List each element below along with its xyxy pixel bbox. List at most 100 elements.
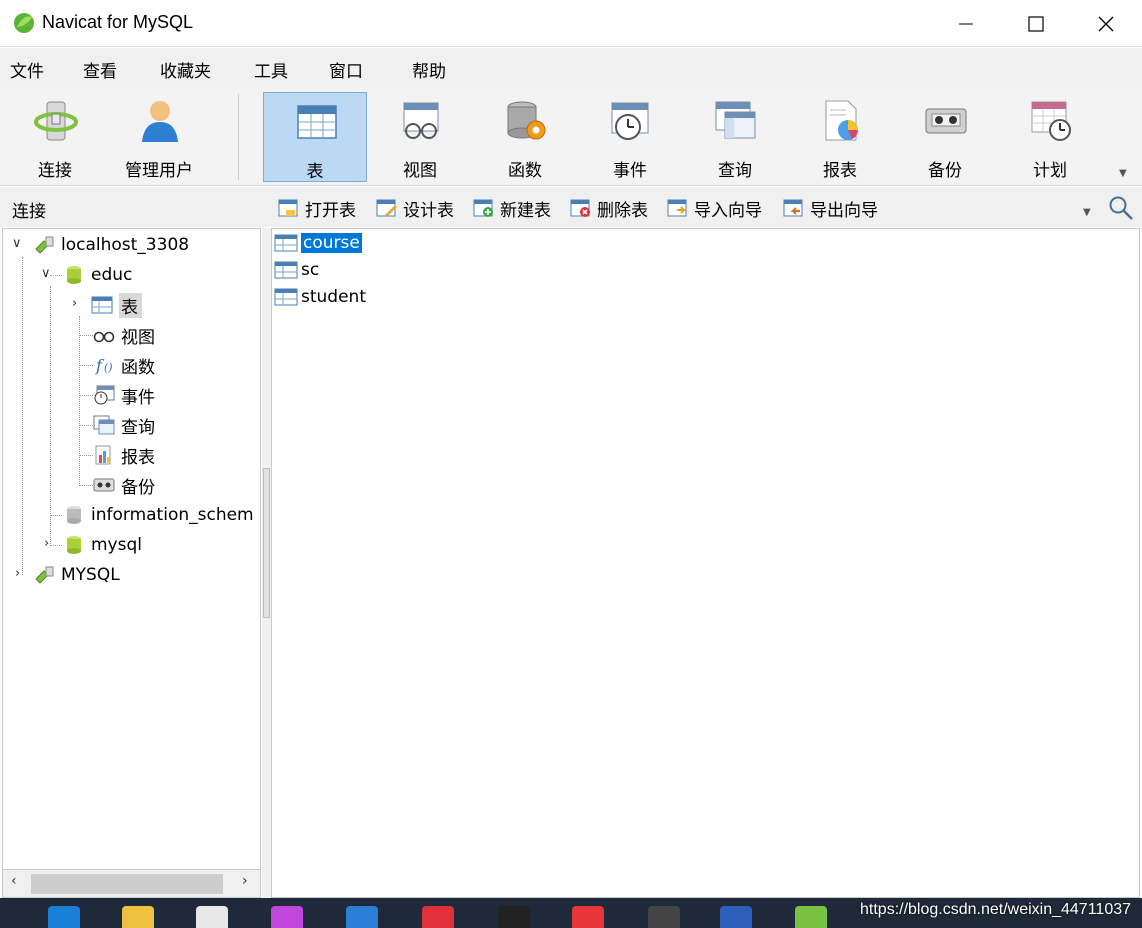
backup-icon [925, 108, 967, 134]
tree-connection-mysql[interactable]: MYSQL [33, 562, 120, 588]
tree-events-node[interactable]: 事件 [93, 382, 155, 408]
splitter-grip[interactable] [263, 468, 270, 618]
database-icon [67, 536, 81, 554]
toolbar-function-button[interactable]: 函数 [473, 92, 577, 182]
edge-browser-icon[interactable] [48, 906, 80, 928]
toolbar-table-button[interactable]: 表 [263, 92, 367, 182]
new-table-button[interactable]: 新建表 [473, 196, 551, 221]
design-table-button[interactable]: 设计表 [376, 196, 454, 221]
toolbar-view-button[interactable]: 视图 [368, 92, 472, 182]
store-icon[interactable] [196, 906, 228, 928]
scrollbar-thumb[interactable] [31, 874, 223, 894]
toolbar-label: 函数 [508, 161, 542, 181]
tree-backups-node[interactable]: 备份 [93, 472, 155, 498]
tree-database-information-schema[interactable]: information_schem [63, 502, 254, 528]
toolbar-label: 视图 [403, 161, 437, 181]
netease-music-icon[interactable] [422, 906, 454, 928]
report-icon [95, 445, 111, 465]
connection-tree: ∨ localhost_3308 ∨ educ › 表 视图 f() 函数 事件… [2, 228, 261, 870]
tree-functions-node[interactable]: f() 函数 [93, 352, 155, 378]
toolbar-label: 查询 [718, 161, 752, 181]
toolbar-label: 管理用户 [125, 161, 193, 181]
toolbar-label: 事件 [613, 161, 647, 181]
minimize-icon [959, 23, 973, 24]
chevron-right-icon[interactable]: › [72, 296, 77, 311]
toolbar-label: 表 [306, 162, 324, 182]
table-item-course[interactable]: course [274, 231, 362, 255]
connection-icon [35, 236, 54, 254]
minimize-button[interactable] [931, 0, 1001, 47]
tree-views-node[interactable]: 视图 [93, 322, 155, 348]
table-icon [274, 234, 298, 252]
menu-favorites[interactable]: 收藏夹 [160, 57, 211, 82]
title-bar: Navicat for MySQL [0, 0, 1142, 47]
toolbar-overflow-icon[interactable]: ▼ [1119, 168, 1127, 179]
open-table-button[interactable]: 打开表 [278, 196, 356, 221]
tree-database-educ[interactable]: educ [63, 262, 132, 288]
chevron-right-icon[interactable]: › [15, 566, 20, 581]
window-title: Navicat for MySQL [42, 12, 194, 32]
qq-icon[interactable] [498, 906, 530, 928]
export-wizard-button[interactable]: 导出向导 [783, 196, 878, 221]
chevron-down-icon[interactable]: ∨ [12, 236, 22, 251]
view-icon [93, 331, 115, 343]
navicat-taskbar-icon[interactable] [795, 906, 827, 928]
tree-connection-localhost[interactable]: localhost_3308 [33, 232, 189, 258]
object-toolbar-overflow-icon[interactable]: ▼ [1083, 207, 1091, 218]
navicat-leaf-icon [14, 13, 34, 33]
menu-file[interactable]: 文件 [10, 57, 44, 82]
event-icon [94, 385, 115, 405]
scroll-right-icon[interactable]: › [242, 873, 248, 889]
toolbar-label: 报表 [823, 161, 857, 181]
backup-icon [93, 478, 115, 492]
watermark: https://blog.csdn.net/weixin_44711037 [860, 901, 1132, 918]
file-explorer-icon[interactable] [122, 906, 154, 928]
query-icon [93, 415, 115, 435]
table-icon [297, 105, 337, 139]
pane-splitter[interactable] [262, 228, 271, 898]
tree-horizontal-scrollbar[interactable]: ‹ › [2, 870, 261, 898]
toolbar-schedule-button[interactable]: 计划 [998, 92, 1102, 182]
toolbar-connection-button[interactable]: 连接 [3, 92, 107, 182]
tree-queries-node[interactable]: 查询 [93, 412, 155, 438]
toolbar-query-button[interactable]: 查询 [683, 92, 787, 182]
import-icon [667, 199, 687, 217]
table-item-student[interactable]: student [274, 285, 366, 309]
menu-tools[interactable]: 工具 [254, 57, 288, 82]
youdao-icon[interactable] [572, 906, 604, 928]
menu-bar: 文件 查看 收藏夹 工具 窗口 帮助 [0, 48, 1142, 88]
browser-icon[interactable] [271, 906, 303, 928]
menu-help[interactable]: 帮助 [412, 57, 446, 82]
tree-tables-node[interactable]: 表 [91, 292, 142, 318]
maximize-button[interactable] [1001, 0, 1071, 47]
table-icon [91, 296, 113, 314]
word-icon[interactable] [720, 906, 752, 928]
toolbar-backup-button[interactable]: 备份 [893, 92, 997, 182]
toolbar-event-button[interactable]: 事件 [578, 92, 682, 182]
user-icon [142, 101, 178, 142]
close-button[interactable] [1071, 0, 1141, 47]
search-icon[interactable] [1108, 195, 1134, 221]
open-table-icon [278, 199, 298, 217]
connection-icon [34, 101, 78, 141]
toolbar-label: 计划 [1033, 161, 1067, 181]
tree-reports-node[interactable]: 报表 [93, 442, 155, 468]
menu-view[interactable]: 查看 [83, 57, 117, 82]
mail-icon[interactable] [346, 906, 378, 928]
chevron-right-icon[interactable]: › [44, 536, 49, 551]
toolbar-manage-users-button[interactable]: 管理用户 [107, 92, 211, 182]
toolbar-separator [238, 94, 239, 180]
new-table-icon [473, 199, 493, 217]
tree-database-mysql[interactable]: mysql [63, 532, 142, 558]
report-icon [825, 100, 858, 141]
import-wizard-button[interactable]: 导入向导 [667, 196, 762, 221]
menu-window[interactable]: 窗口 [329, 57, 363, 82]
delete-table-button[interactable]: 删除表 [570, 196, 648, 221]
scroll-left-icon[interactable]: ‹ [11, 873, 17, 889]
java-app-icon[interactable] [648, 906, 680, 928]
toolbar-report-button[interactable]: 报表 [788, 92, 892, 182]
design-table-icon [376, 199, 397, 217]
table-item-sc[interactable]: sc [274, 258, 319, 282]
chevron-down-icon[interactable]: ∨ [41, 266, 51, 281]
object-list: course sc student [271, 228, 1140, 898]
